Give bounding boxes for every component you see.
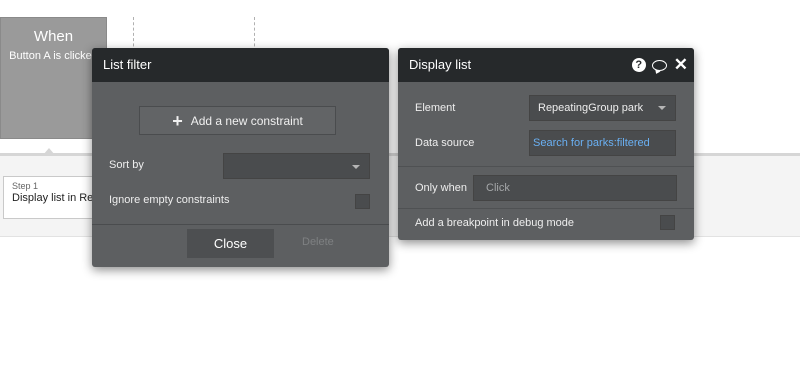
list-filter-panel: List filter + Add a new constraint Sort … xyxy=(92,48,389,267)
data-source-label: Data source xyxy=(415,137,475,149)
help-icon[interactable]: ? xyxy=(631,58,646,72)
comment-icon[interactable] xyxy=(651,59,667,71)
only-when-label: Only when xyxy=(415,182,467,194)
ignore-empty-label: Ignore empty constraints xyxy=(109,194,230,206)
step-card[interactable]: Step 1 Display list in Re xyxy=(3,176,101,219)
event-subtitle: Button A is clicked xyxy=(9,50,98,62)
caret-down-icon xyxy=(658,106,666,110)
plus-icon: + xyxy=(172,110,183,131)
close-icon[interactable]: ✕ xyxy=(674,48,688,82)
header-icons: ? ✕ xyxy=(631,48,688,82)
event-title: When xyxy=(33,28,74,45)
section-divider xyxy=(398,166,694,167)
add-constraint-button[interactable]: + Add a new constraint xyxy=(139,106,336,135)
element-value: RepeatingGroup park xyxy=(538,102,644,114)
footer-divider xyxy=(92,224,389,225)
element-label: Element xyxy=(415,102,456,114)
display-list-title: Display list xyxy=(409,57,472,72)
sort-by-label: Sort by xyxy=(109,159,144,171)
step-number: Step 1 xyxy=(12,181,39,191)
breakpoint-checkbox[interactable] xyxy=(660,215,675,230)
element-dropdown[interactable]: RepeatingGroup park xyxy=(529,95,676,121)
add-constraint-label: Add a new constraint xyxy=(190,113,303,128)
list-filter-header: List filter xyxy=(92,48,389,82)
display-list-panel: Display list ? ✕ Element RepeatingGroup … xyxy=(398,48,694,240)
close-button[interactable]: Close xyxy=(187,229,274,258)
only-when-field[interactable]: Click xyxy=(473,175,677,201)
step-label: Display list in Re xyxy=(12,192,94,204)
list-filter-title: List filter xyxy=(103,57,152,72)
section-divider xyxy=(398,208,694,209)
sort-by-dropdown[interactable] xyxy=(223,153,370,179)
caret-down-icon xyxy=(352,165,360,169)
delete-button[interactable]: Delete xyxy=(302,236,334,248)
breakpoint-label: Add a breakpoint in debug mode xyxy=(415,217,575,229)
data-source-field[interactable]: Search for parks:filtered xyxy=(529,130,676,156)
display-list-header: Display list ? ✕ xyxy=(398,48,694,82)
ignore-empty-checkbox[interactable] xyxy=(355,194,370,209)
event-card[interactable]: When Button A is clicked xyxy=(0,17,107,139)
